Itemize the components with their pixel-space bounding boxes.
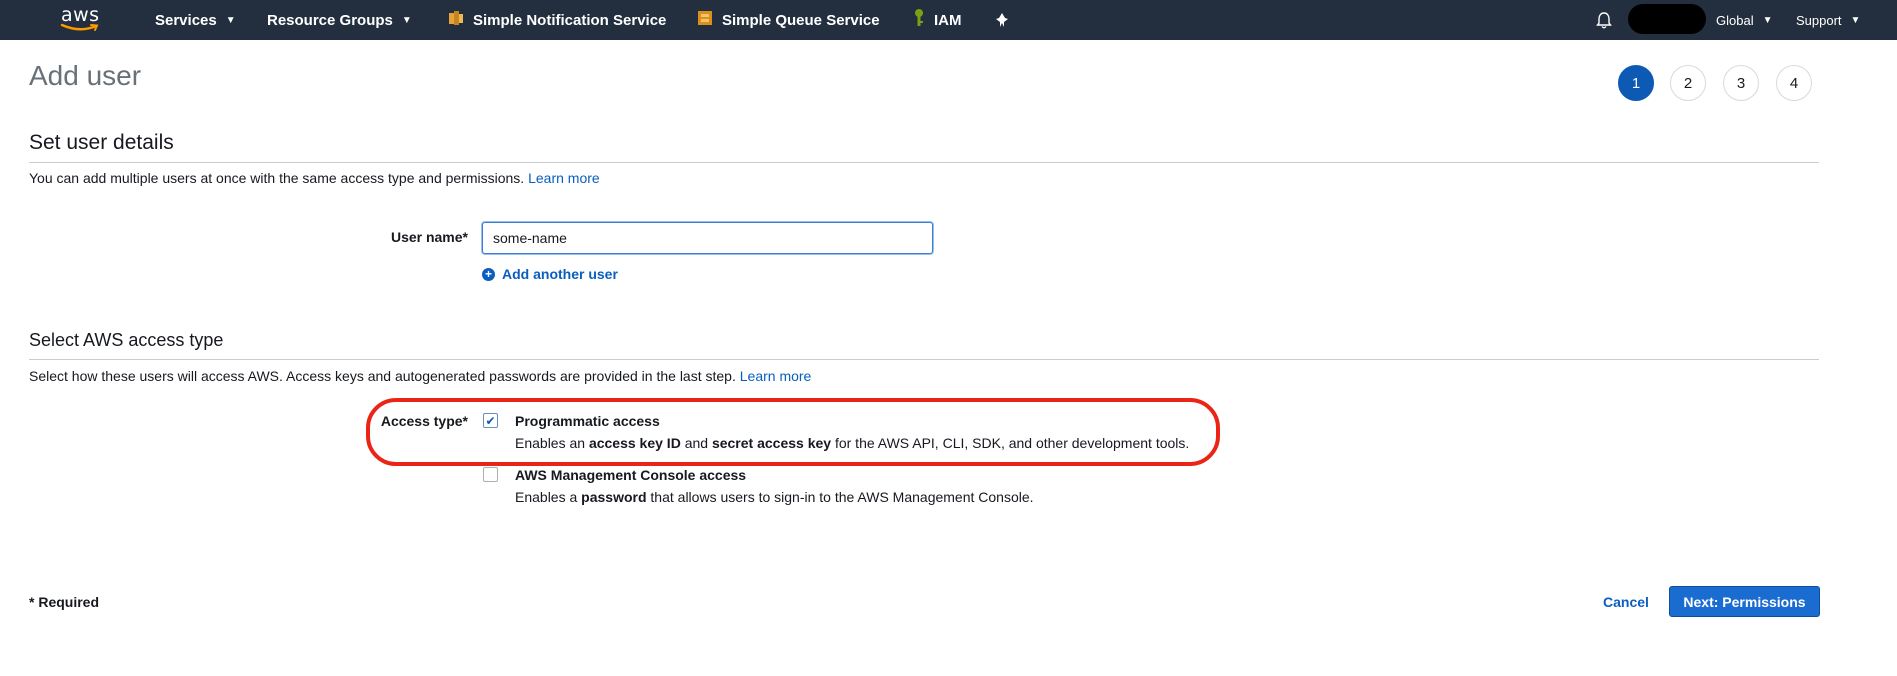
services-menu[interactable]: Services ▼ [155, 0, 236, 40]
section-divider [29, 162, 1819, 163]
section-divider [29, 359, 1819, 360]
red-highlight-annotation [366, 398, 1220, 466]
next-permissions-button[interactable]: Next: Permissions [1669, 586, 1820, 617]
shortcut-label: Simple Notification Service [473, 11, 667, 29]
support-label: Support [1796, 12, 1842, 28]
programmatic-access-title: Programmatic access [515, 413, 660, 429]
cancel-button[interactable]: Cancel [1603, 594, 1649, 610]
region-label: Global [1716, 12, 1754, 28]
programmatic-access-checkbox[interactable]: ✔ [483, 413, 498, 428]
resource-groups-menu[interactable]: Resource Groups ▼ [267, 0, 412, 40]
account-menu[interactable] [1628, 4, 1706, 34]
step-1[interactable]: 1 [1618, 65, 1654, 101]
chevron-down-icon: ▼ [1762, 14, 1773, 26]
desc-text: and [680, 435, 712, 451]
user-name-label: User name* [390, 229, 468, 245]
shortcut-label: IAM [934, 11, 962, 29]
iam-icon [912, 8, 926, 32]
bell-icon[interactable] [1594, 10, 1614, 30]
access-type-label: Access type* [380, 413, 468, 429]
desc-bold: password [581, 489, 647, 505]
desc-text: Enables an [515, 435, 589, 451]
services-label: Services [155, 11, 217, 29]
chevron-down-icon: ▼ [1850, 14, 1861, 26]
step-3[interactable]: 3 [1723, 65, 1759, 101]
desc-text: that allows users to sign-in to the AWS … [646, 489, 1034, 505]
console-access-title: AWS Management Console access [515, 467, 747, 483]
step-4[interactable]: 4 [1776, 65, 1812, 101]
desc-text: Enables a [515, 489, 582, 505]
access-type-heading: Select AWS access type [29, 330, 224, 350]
learn-more-link[interactable]: Learn more [740, 368, 812, 384]
access-type-description: Select how these users will access AWS. … [29, 368, 811, 384]
console-access-checkbox[interactable] [483, 467, 498, 482]
region-menu[interactable]: Global ▼ [1716, 0, 1772, 40]
user-name-input[interactable] [482, 222, 933, 254]
required-note: * Required [29, 594, 100, 610]
aws-logo[interactable]: aws [58, 4, 104, 34]
learn-more-link[interactable]: Learn more [528, 170, 600, 186]
resource-groups-label: Resource Groups [267, 11, 393, 29]
checkmark-icon: ✔ [485, 413, 496, 428]
shortcut-sns[interactable]: Simple Notification Service [447, 0, 666, 40]
pin-icon[interactable] [995, 0, 1009, 40]
user-details-description: You can add multiple users at once with … [29, 170, 600, 186]
chevron-down-icon: ▼ [401, 14, 412, 26]
aws-smile-icon [60, 23, 99, 31]
desc-text: for the AWS API, CLI, SDK, and other dev… [831, 435, 1190, 451]
chevron-down-icon: ▼ [225, 14, 236, 26]
page-title: Add user [29, 60, 142, 91]
user-details-heading: Set user details [29, 131, 174, 154]
console-access-description: Enables a password that allows users to … [515, 489, 1034, 505]
sqs-icon [696, 9, 714, 31]
desc-bold: secret access key [711, 435, 832, 451]
shortcut-sqs[interactable]: Simple Queue Service [696, 0, 880, 40]
step-2[interactable]: 2 [1670, 65, 1706, 101]
add-another-user-link[interactable]: + Add another user [482, 266, 618, 282]
top-navigation-bar: aws Services ▼ Resource Groups ▼ Simple … [0, 0, 1897, 40]
support-menu[interactable]: Support ▼ [1796, 0, 1860, 40]
description-text: You can add multiple users at once with … [29, 170, 525, 186]
plus-circle-icon: + [482, 267, 495, 281]
description-text: Select how these users will access AWS. … [29, 368, 736, 384]
programmatic-access-description: Enables an access key ID and secret acce… [515, 435, 1189, 451]
desc-bold: access key ID [588, 435, 681, 451]
shortcut-iam[interactable]: IAM [912, 0, 962, 40]
sns-icon [447, 9, 465, 31]
add-another-label: Add another user [502, 266, 618, 282]
shortcut-label: Simple Queue Service [722, 11, 880, 29]
